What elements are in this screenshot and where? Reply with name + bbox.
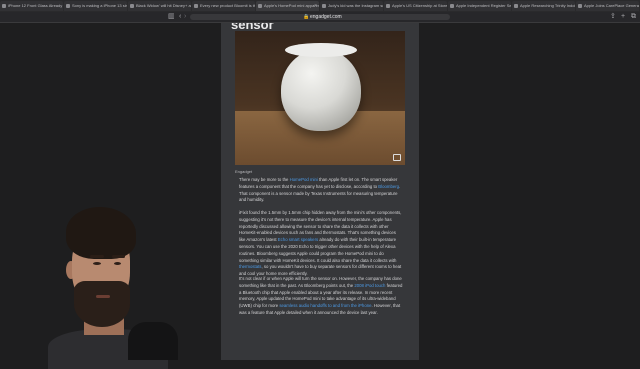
address-bar[interactable]: 🔒 engadget.com bbox=[190, 14, 450, 20]
browser-toolbar: ▥ ‹ › 🔒 engadget.com ⇪ + ⧉ bbox=[0, 12, 640, 23]
tab-favicon-icon bbox=[322, 4, 326, 8]
tab-overview-icon[interactable]: ⧉ bbox=[631, 13, 636, 21]
tab-label: Apple Researching Trinity Indolence... bbox=[520, 3, 575, 8]
tab-10[interactable]: Apple Joins CarePlace Generation... bbox=[576, 1, 639, 11]
presenter-hair bbox=[66, 207, 136, 259]
homepod-mini-speaker bbox=[281, 49, 361, 131]
tab-bar: iPhone 12 Front Glass Already Hea... Sony… bbox=[0, 0, 640, 12]
tab-3[interactable]: Black Widow' will hit Disney+ and... bbox=[128, 1, 191, 11]
presenter-beard bbox=[74, 281, 130, 327]
tab-label: Apple's HomePod mini apparently... bbox=[264, 3, 319, 8]
tab-favicon-icon bbox=[2, 4, 6, 8]
close-tab-icon[interactable]: × bbox=[314, 2, 317, 10]
tab-4[interactable]: Every new product Bloomit is the li... bbox=[192, 1, 255, 11]
article-link[interactable]: Bloomberg bbox=[378, 184, 399, 189]
article-paragraph-1: There may be more to the HomePod mini th… bbox=[239, 177, 403, 204]
tab-favicon-icon bbox=[450, 4, 454, 8]
article-text: , so you wouldn't have to buy separate s… bbox=[239, 264, 402, 277]
presenter-right-eye bbox=[114, 262, 121, 265]
plus-icon[interactable]: + bbox=[621, 13, 625, 21]
tab-label: Apple's US Citizenship at Stores in the.… bbox=[392, 3, 447, 8]
speaker-top-surface bbox=[285, 43, 357, 57]
presenter-mouth bbox=[96, 295, 110, 298]
lock-icon: 🔒 bbox=[303, 14, 310, 20]
tab-favicon-icon bbox=[258, 4, 262, 8]
tab-favicon-icon bbox=[578, 4, 582, 8]
article-link[interactable]: Echo smart speakers bbox=[278, 237, 318, 242]
tab-2[interactable]: Sony is making a iPhone 13 simple... bbox=[64, 1, 127, 11]
tab-label: iPhone 12 Front Glass Already Hea... bbox=[8, 3, 63, 8]
tab-5[interactable]: Apple's HomePod mini apparently...× bbox=[256, 1, 319, 11]
sidebar-icon[interactable]: ▥ bbox=[168, 13, 175, 21]
tab-label: Apple Independent Register Service... bbox=[456, 3, 511, 8]
article-link[interactable]: thermostats bbox=[239, 264, 261, 269]
tab-label: Black Widow' will hit Disney+ and... bbox=[136, 3, 191, 8]
tab-1[interactable]: iPhone 12 Front Glass Already Hea... bbox=[0, 1, 63, 11]
article-link[interactable]: 2008 iPod touch bbox=[354, 283, 385, 288]
expand-image-icon[interactable] bbox=[393, 154, 401, 161]
article-link[interactable]: seamless audio handoffs to and from the … bbox=[279, 303, 371, 308]
tab-label: Judy's kid was the Instagram secret... bbox=[328, 3, 383, 8]
url-text: engadget.com bbox=[310, 14, 342, 20]
article-content: sensor Engadget There may be more to the… bbox=[221, 23, 419, 360]
article-text: There may be more to the bbox=[239, 177, 290, 182]
tab-7[interactable]: Apple's US Citizenship at Stores in the.… bbox=[384, 1, 447, 11]
tab-favicon-icon bbox=[194, 4, 198, 8]
tab-label: Apple Joins CarePlace Generation... bbox=[584, 3, 639, 8]
homepod-mini-photo[interactable] bbox=[235, 31, 405, 165]
photo-credit: Engadget bbox=[235, 169, 253, 174]
tab-9[interactable]: Apple Researching Trinity Indolence... bbox=[512, 1, 575, 11]
article-paragraph-3: It's not clear if or when Apple will tur… bbox=[239, 276, 403, 317]
tab-favicon-icon bbox=[130, 4, 134, 8]
tab-label: Sony is making a iPhone 13 simple... bbox=[72, 3, 127, 8]
article-paragraph-2: iFixit found the 1.5mm by 1.5mm chip hid… bbox=[239, 210, 403, 278]
back-arrow-icon[interactable]: ‹ bbox=[179, 13, 181, 21]
tab-favicon-icon bbox=[386, 4, 390, 8]
tab-6[interactable]: Judy's kid was the Instagram secret... bbox=[320, 1, 383, 11]
presenter-right-brow bbox=[112, 255, 125, 258]
share-icon[interactable]: ⇪ bbox=[610, 13, 616, 21]
forward-arrow-icon[interactable]: › bbox=[184, 13, 186, 21]
tab-favicon-icon bbox=[514, 4, 518, 8]
article-link[interactable]: HomePod mini bbox=[290, 177, 318, 182]
tab-label: Every new product Bloomit is the li... bbox=[200, 3, 255, 8]
microphone bbox=[128, 322, 178, 360]
tab-8[interactable]: Apple Independent Register Service... bbox=[448, 1, 511, 11]
presenter-left-brow bbox=[90, 255, 104, 258]
presenter-left-eye bbox=[93, 262, 101, 265]
tab-favicon-icon bbox=[66, 4, 70, 8]
